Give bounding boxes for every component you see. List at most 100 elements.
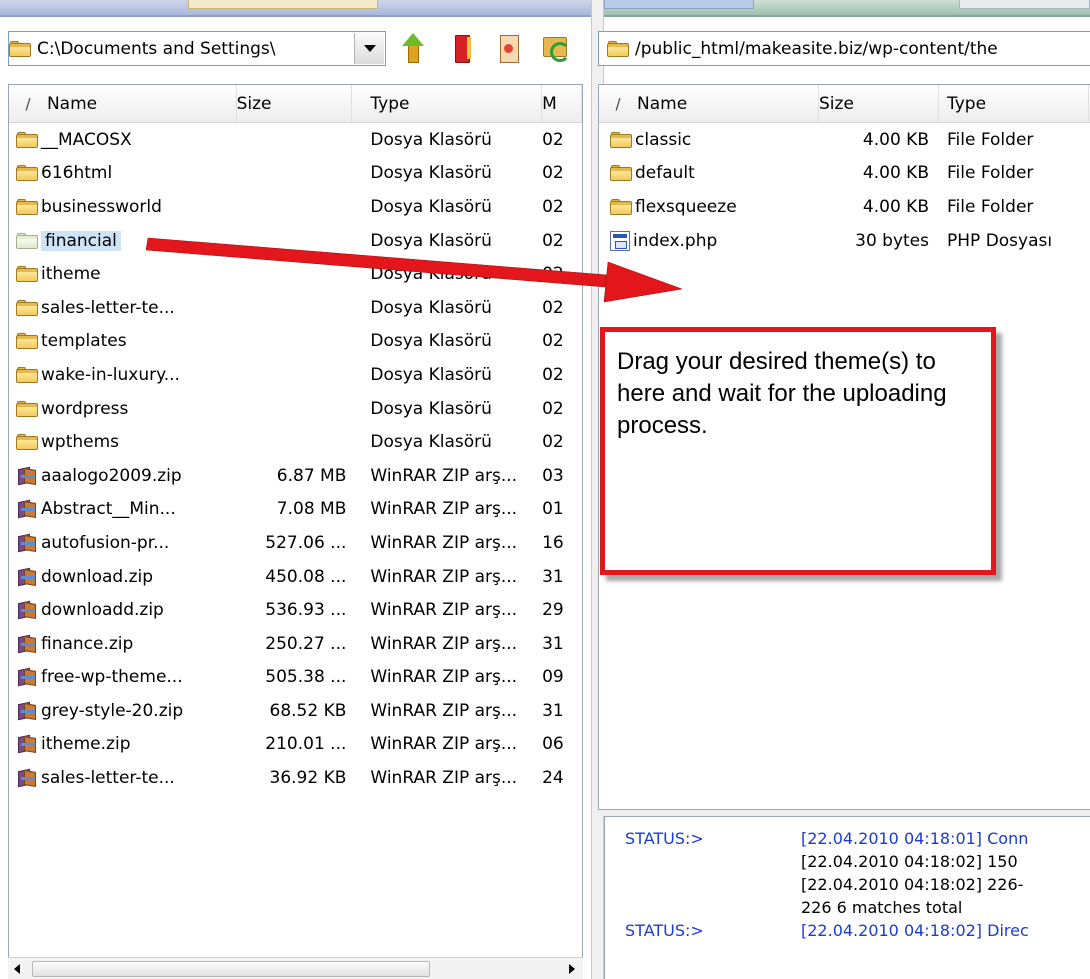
file-row[interactable]: autofusion-pr... 527.06 ... WinRAR ZIP arş…	[9, 526, 582, 560]
file-row[interactable]: sales-letter-te... 36.92 KB WinRAR ZIP arş…	[9, 761, 582, 795]
file-modified: 29	[542, 600, 564, 621]
file-row[interactable]: download.zip 450.08 ... WinRAR ZIP arş... 3…	[9, 560, 582, 594]
file-name: index.php	[633, 230, 718, 251]
remote-panel-tabstrip	[604, 0, 1090, 17]
file-name: __MACOSX	[41, 129, 132, 150]
drag-instruction-callout: Drag your desired theme(s) to here and w…	[600, 327, 996, 575]
file-row[interactable]: financial Dosya Klasörü 02	[9, 224, 582, 258]
horizontal-scrollbar[interactable]	[8, 957, 583, 979]
file-name: sales-letter-te...	[41, 297, 175, 318]
log-line: STATUS:> [22.04.2010 04:18:02] Direc	[605, 919, 1090, 942]
file-size: 527.06 ...	[265, 532, 347, 553]
file-type: WinRAR ZIP arş...	[370, 532, 518, 553]
file-type: PHP Dosyası	[947, 230, 1053, 251]
file-name-cell: index.php	[599, 230, 819, 251]
file-name: sales-letter-te...	[41, 768, 175, 789]
log-label: STATUS:>	[625, 829, 704, 848]
scrollbar-thumb[interactable]	[32, 961, 430, 977]
php-file-icon	[610, 230, 630, 251]
log-message: 226 6 matches total	[801, 898, 963, 917]
file-modified: 24	[542, 768, 564, 789]
folder-icon	[607, 40, 629, 57]
file-name-cell: financial	[9, 230, 237, 251]
file-type: Dosya Klasörü	[370, 331, 492, 352]
file-row[interactable]: __MACOSX Dosya Klasörü 02	[9, 123, 582, 157]
log-message: [22.04.2010 04:18:02] 150	[801, 852, 1018, 871]
file-name-cell: wake-in-luxury...	[9, 365, 237, 385]
parent-folder-icon[interactable]	[400, 33, 428, 63]
local-path-combobox[interactable]: C:\Documents and Settings\	[8, 31, 386, 66]
local-tab[interactable]	[188, 0, 378, 9]
file-row[interactable]: index.php 30 bytes PHP Dosyası	[599, 224, 1090, 258]
file-modified: 16	[542, 532, 564, 553]
file-type: Dosya Klasörü	[370, 297, 492, 318]
file-name-cell: classic	[599, 130, 819, 150]
file-name-cell: finance.zip	[9, 634, 237, 654]
file-row[interactable]: wordpress Dosya Klasörü 02	[9, 392, 582, 426]
column-header-size[interactable]: Size	[819, 85, 939, 122]
file-row[interactable]: templates Dosya Klasörü 02	[9, 325, 582, 359]
file-row[interactable]: aaalogo2009.zip 6.87 MB WinRAR ZIP arş... 0…	[9, 459, 582, 493]
remote-path-combobox[interactable]: /public_html/makeasite.biz/wp-content/th…	[598, 31, 1090, 66]
file-row[interactable]: free-wp-theme... 505.38 ... WinRAR ZIP arş…	[9, 661, 582, 695]
file-modified: 09	[542, 667, 564, 688]
file-name-cell: sales-letter-te...	[9, 768, 237, 788]
file-size: 450.08 ...	[265, 566, 347, 587]
file-type: WinRAR ZIP arş...	[370, 600, 518, 621]
file-name: templates	[41, 331, 127, 352]
log-message: [22.04.2010 04:18:02] 226-	[801, 875, 1024, 894]
column-header-type[interactable]: Type	[352, 85, 543, 122]
file-name: aaalogo2009.zip	[41, 465, 182, 486]
file-modified: 02	[542, 297, 564, 318]
file-type: WinRAR ZIP arş...	[370, 499, 518, 520]
file-row[interactable]: Abstract__Min... 7.08 MB WinRAR ZIP arş...…	[9, 493, 582, 527]
file-row[interactable]: default 4.00 KB File Folder	[599, 157, 1090, 191]
file-name: grey-style-20.zip	[41, 700, 184, 721]
file-row[interactable]: grey-style-20.zip 68.52 KB WinRAR ZIP arş.…	[9, 694, 582, 728]
sort-indicator: /	[615, 94, 621, 113]
file-name-cell: wordpress	[9, 399, 237, 419]
file-row[interactable]: businessworld Dosya Klasörü 02	[9, 190, 582, 224]
file-type: WinRAR ZIP arş...	[370, 667, 518, 688]
folder-icon	[610, 198, 632, 215]
file-modified: 02	[542, 432, 564, 453]
folder-icon	[16, 434, 38, 451]
file-row[interactable]: itheme.zip 210.01 ... WinRAR ZIP arş... 06	[9, 728, 582, 762]
file-row[interactable]: classic 4.00 KB File Folder	[599, 123, 1090, 157]
scroll-left-icon[interactable]	[14, 964, 20, 974]
column-header-modified[interactable]: M	[542, 85, 582, 122]
file-row[interactable]: sales-letter-te... Dosya Klasörü 02	[9, 291, 582, 325]
file-row[interactable]: downloadd.zip 536.93 ... WinRAR ZIP arş...…	[9, 593, 582, 627]
bookmarks-icon[interactable]	[447, 33, 475, 63]
column-header-type[interactable]: Type	[939, 85, 1089, 122]
refresh-icon[interactable]	[541, 33, 570, 63]
log-message: [22.04.2010 04:18:01] Conn	[801, 829, 1029, 848]
column-header-size[interactable]: Size	[237, 85, 353, 122]
file-type: Dosya Klasörü	[370, 129, 492, 150]
file-row[interactable]: finance.zip 250.27 ... WinRAR ZIP arş... 31	[9, 627, 582, 661]
file-row[interactable]: wake-in-luxury... Dosya Klasörü 02	[9, 358, 582, 392]
file-row[interactable]: itheme Dosya Klasörü 02	[9, 257, 582, 291]
file-name-cell: wpthems	[9, 432, 237, 452]
local-file-list[interactable]: / Name Size Type M __MACOSX Dosya Klasörü…	[8, 84, 583, 979]
file-name: financial	[41, 230, 121, 251]
remote-rows: classic 4.00 KB File Folder default 4.00 KB F…	[599, 123, 1090, 257]
file-row[interactable]: flexsqueeze 4.00 KB File Folder	[599, 190, 1090, 224]
new-file-icon[interactable]	[494, 33, 522, 63]
file-name: finance.zip	[41, 633, 134, 654]
scroll-right-icon[interactable]	[569, 964, 575, 974]
status-log: STATUS:> [22.04.2010 04:18:01] Conn [22.04…	[604, 816, 1090, 979]
file-row[interactable]: wpthems Dosya Klasörü 02	[9, 425, 582, 459]
column-header-name[interactable]: Name	[637, 85, 819, 122]
file-size: 505.38 ...	[265, 667, 347, 688]
file-row[interactable]: 616html Dosya Klasörü 02	[9, 157, 582, 191]
file-type: File Folder	[947, 163, 1034, 184]
file-size: 536.93 ...	[265, 600, 347, 621]
chevron-down-icon[interactable]	[354, 33, 384, 64]
file-size: 6.87 MB	[276, 465, 347, 486]
remote-tab-2[interactable]	[959, 0, 1090, 9]
zip-icon	[16, 567, 38, 587]
column-header-name[interactable]: Name	[47, 85, 237, 122]
file-type: Dosya Klasörü	[370, 432, 492, 453]
remote-tab[interactable]	[604, 0, 754, 9]
